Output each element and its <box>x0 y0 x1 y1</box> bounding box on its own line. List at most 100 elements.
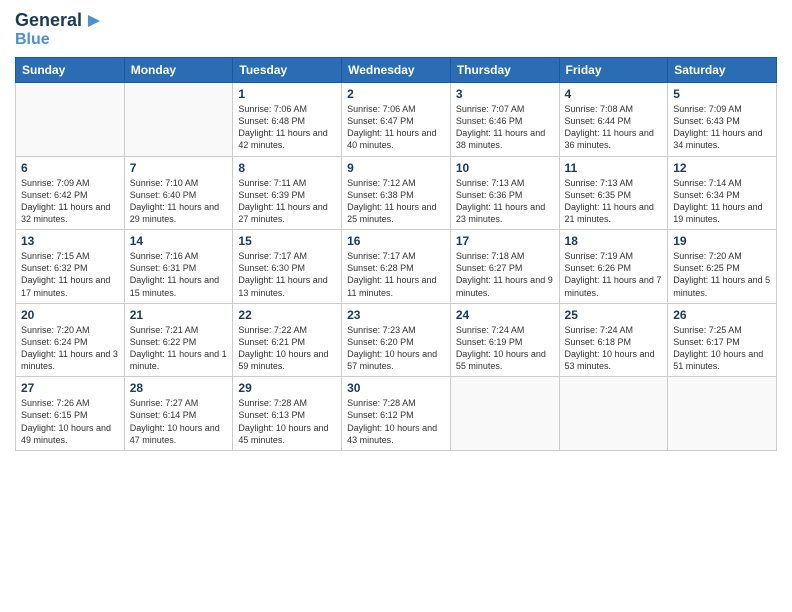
day-info: Sunrise: 7:28 AM Sunset: 6:12 PM Dayligh… <box>347 397 445 446</box>
calendar-cell: 17Sunrise: 7:18 AM Sunset: 6:27 PM Dayli… <box>450 230 559 304</box>
calendar-table: SundayMondayTuesdayWednesdayThursdayFrid… <box>15 57 777 451</box>
day-number: 7 <box>130 161 228 175</box>
calendar-header-thursday: Thursday <box>450 58 559 83</box>
calendar-header-tuesday: Tuesday <box>233 58 342 83</box>
day-number: 17 <box>456 234 554 248</box>
week-row-4: 20 Sunrise: 7:20 AM Sunset: 6:24 PM Dayli… <box>16 303 777 377</box>
header: General Blue <box>15 10 777 49</box>
day-number: 26 <box>673 308 771 322</box>
calendar-cell <box>559 377 668 451</box>
calendar-cell <box>668 377 777 451</box>
calendar-cell: 26Sunrise: 7:25 AM Sunset: 6:17 PM Dayli… <box>668 303 777 377</box>
calendar-cell: 11Sunrise: 7:13 AM Sunset: 6:35 PM Dayli… <box>559 156 668 230</box>
calendar-cell: 23 Sunrise: 7:23 AM Sunset: 6:20 PM Dayli… <box>342 303 451 377</box>
calendar-cell: 19Sunrise: 7:20 AM Sunset: 6:25 PM Dayli… <box>668 230 777 304</box>
day-number: 9 <box>347 161 445 175</box>
calendar-cell: 6 Sunrise: 7:09 AM Sunset: 6:42 PM Daylig… <box>16 156 125 230</box>
day-number: 5 <box>673 87 771 101</box>
logo-arrow-icon <box>84 11 104 31</box>
calendar-cell <box>16 83 125 157</box>
day-number: 2 <box>347 87 445 101</box>
day-number: 10 <box>456 161 554 175</box>
day-number: 18 <box>565 234 663 248</box>
calendar-cell: 16 Sunrise: 7:17 AM Sunset: 6:28 PM Dayli… <box>342 230 451 304</box>
day-info: Sunrise: 7:09 AM Sunset: 6:42 PM Dayligh… <box>21 177 119 226</box>
day-info: Sunrise: 7:23 AM Sunset: 6:20 PM Dayligh… <box>347 324 445 373</box>
day-info: Sunrise: 7:06 AM Sunset: 6:48 PM Dayligh… <box>238 103 336 152</box>
day-number: 15 <box>238 234 336 248</box>
day-info: Sunrise: 7:19 AM Sunset: 6:26 PM Dayligh… <box>565 250 663 299</box>
day-number: 22 <box>238 308 336 322</box>
calendar-cell: 14 Sunrise: 7:16 AM Sunset: 6:31 PM Dayli… <box>124 230 233 304</box>
day-info: Sunrise: 7:13 AM Sunset: 6:36 PM Dayligh… <box>456 177 554 226</box>
day-number: 24 <box>456 308 554 322</box>
day-number: 16 <box>347 234 445 248</box>
calendar-cell: 24 Sunrise: 7:24 AM Sunset: 6:19 PM Dayli… <box>450 303 559 377</box>
week-row-1: 1 Sunrise: 7:06 AM Sunset: 6:48 PM Daylig… <box>16 83 777 157</box>
calendar-cell: 7 Sunrise: 7:10 AM Sunset: 6:40 PM Daylig… <box>124 156 233 230</box>
calendar-cell: 3Sunrise: 7:07 AM Sunset: 6:46 PM Daylig… <box>450 83 559 157</box>
day-number: 20 <box>21 308 119 322</box>
day-info: Sunrise: 7:17 AM Sunset: 6:28 PM Dayligh… <box>347 250 445 299</box>
calendar-cell: 15 Sunrise: 7:17 AM Sunset: 6:30 PM Dayli… <box>233 230 342 304</box>
day-info: Sunrise: 7:17 AM Sunset: 6:30 PM Dayligh… <box>238 250 336 299</box>
day-number: 27 <box>21 381 119 395</box>
calendar-cell: 12 Sunrise: 7:14 AM Sunset: 6:34 PM Dayli… <box>668 156 777 230</box>
day-number: 14 <box>130 234 228 248</box>
calendar-cell: 9Sunrise: 7:12 AM Sunset: 6:38 PM Daylig… <box>342 156 451 230</box>
day-number: 4 <box>565 87 663 101</box>
calendar-cell: 1 Sunrise: 7:06 AM Sunset: 6:48 PM Daylig… <box>233 83 342 157</box>
day-number: 8 <box>238 161 336 175</box>
week-row-5: 27 Sunrise: 7:26 AM Sunset: 6:15 PM Dayli… <box>16 377 777 451</box>
calendar-cell: 18 Sunrise: 7:19 AM Sunset: 6:26 PM Dayli… <box>559 230 668 304</box>
day-info: Sunrise: 7:24 AM Sunset: 6:19 PM Dayligh… <box>456 324 554 373</box>
day-info: Sunrise: 7:28 AM Sunset: 6:13 PM Dayligh… <box>238 397 336 446</box>
day-info: Sunrise: 7:14 AM Sunset: 6:34 PM Dayligh… <box>673 177 771 226</box>
week-row-3: 13 Sunrise: 7:15 AM Sunset: 6:32 PM Dayli… <box>16 230 777 304</box>
calendar-header-sunday: Sunday <box>16 58 125 83</box>
calendar-cell: 28 Sunrise: 7:27 AM Sunset: 6:14 PM Dayli… <box>124 377 233 451</box>
day-info: Sunrise: 7:10 AM Sunset: 6:40 PM Dayligh… <box>130 177 228 226</box>
day-number: 29 <box>238 381 336 395</box>
day-number: 23 <box>347 308 445 322</box>
logo: General Blue <box>15 10 104 49</box>
calendar-cell: 2 Sunrise: 7:06 AM Sunset: 6:47 PM Daylig… <box>342 83 451 157</box>
calendar-cell: 13 Sunrise: 7:15 AM Sunset: 6:32 PM Dayli… <box>16 230 125 304</box>
day-info: Sunrise: 7:20 AM Sunset: 6:24 PM Dayligh… <box>21 324 119 373</box>
day-number: 12 <box>673 161 771 175</box>
day-info: Sunrise: 7:06 AM Sunset: 6:47 PM Dayligh… <box>347 103 445 152</box>
day-info: Sunrise: 7:20 AM Sunset: 6:25 PM Dayligh… <box>673 250 771 299</box>
calendar-cell: 21 Sunrise: 7:21 AM Sunset: 6:22 PM Dayli… <box>124 303 233 377</box>
calendar-header-wednesday: Wednesday <box>342 58 451 83</box>
logo-general: General <box>15 10 82 31</box>
day-number: 25 <box>565 308 663 322</box>
day-info: Sunrise: 7:16 AM Sunset: 6:31 PM Dayligh… <box>130 250 228 299</box>
day-info: Sunrise: 7:15 AM Sunset: 6:32 PM Dayligh… <box>21 250 119 299</box>
calendar-cell <box>124 83 233 157</box>
calendar-cell: 8Sunrise: 7:11 AM Sunset: 6:39 PM Daylig… <box>233 156 342 230</box>
day-number: 13 <box>21 234 119 248</box>
day-info: Sunrise: 7:22 AM Sunset: 6:21 PM Dayligh… <box>238 324 336 373</box>
day-number: 1 <box>238 87 336 101</box>
calendar-cell: 25 Sunrise: 7:24 AM Sunset: 6:18 PM Dayli… <box>559 303 668 377</box>
logo-blue: Blue <box>15 31 104 49</box>
calendar-cell: 20 Sunrise: 7:20 AM Sunset: 6:24 PM Dayli… <box>16 303 125 377</box>
day-number: 11 <box>565 161 663 175</box>
calendar-cell: 5 Sunrise: 7:09 AM Sunset: 6:43 PM Daylig… <box>668 83 777 157</box>
day-info: Sunrise: 7:09 AM Sunset: 6:43 PM Dayligh… <box>673 103 771 152</box>
calendar-header-row: SundayMondayTuesdayWednesdayThursdayFrid… <box>16 58 777 83</box>
day-info: Sunrise: 7:21 AM Sunset: 6:22 PM Dayligh… <box>130 324 228 373</box>
day-info: Sunrise: 7:27 AM Sunset: 6:14 PM Dayligh… <box>130 397 228 446</box>
day-number: 21 <box>130 308 228 322</box>
calendar-cell: 29 Sunrise: 7:28 AM Sunset: 6:13 PM Dayli… <box>233 377 342 451</box>
calendar-header-saturday: Saturday <box>668 58 777 83</box>
day-number: 30 <box>347 381 445 395</box>
page: General Blue SundayMondayTuesdayWednesda… <box>0 0 792 612</box>
day-number: 6 <box>21 161 119 175</box>
day-info: Sunrise: 7:08 AM Sunset: 6:44 PM Dayligh… <box>565 103 663 152</box>
day-info: Sunrise: 7:26 AM Sunset: 6:15 PM Dayligh… <box>21 397 119 446</box>
day-number: 28 <box>130 381 228 395</box>
day-info: Sunrise: 7:24 AM Sunset: 6:18 PM Dayligh… <box>565 324 663 373</box>
calendar-cell <box>450 377 559 451</box>
calendar-cell: 10 Sunrise: 7:13 AM Sunset: 6:36 PM Dayli… <box>450 156 559 230</box>
